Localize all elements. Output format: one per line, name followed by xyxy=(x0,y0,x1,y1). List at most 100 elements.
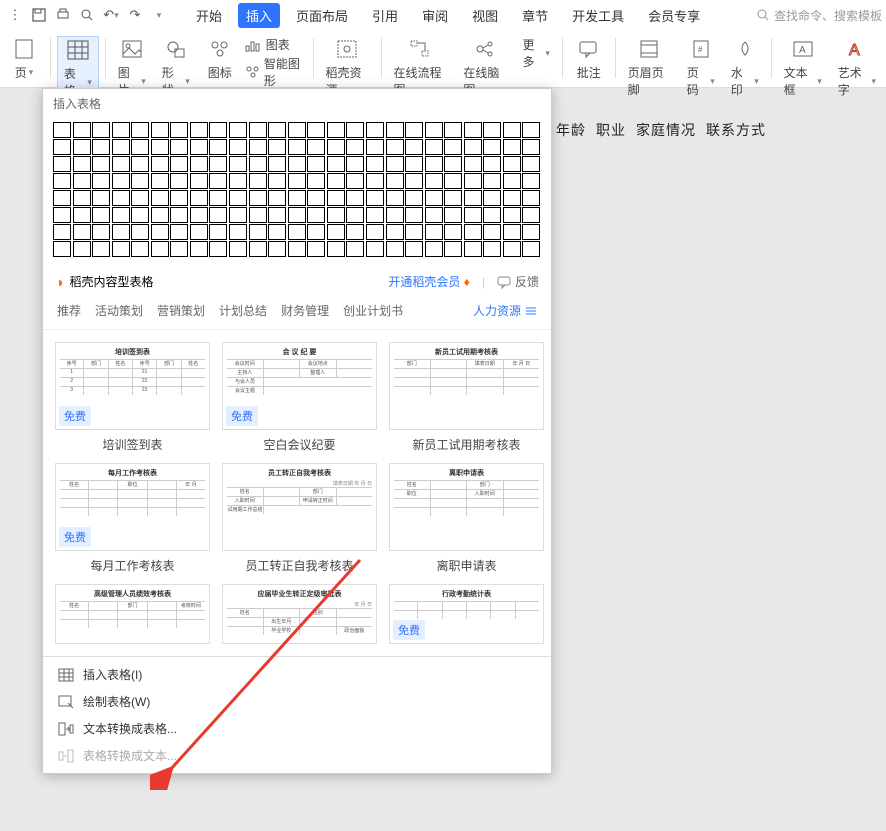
grid-cell[interactable] xyxy=(190,241,208,257)
grid-cell[interactable] xyxy=(386,139,404,155)
grid-cell[interactable] xyxy=(464,190,482,206)
grid-cell[interactable] xyxy=(288,156,306,172)
grid-cell[interactable] xyxy=(366,224,384,240)
grid-cell[interactable] xyxy=(190,173,208,189)
comment-button[interactable]: 批注 xyxy=(569,36,609,81)
grid-cell[interactable] xyxy=(229,173,247,189)
grid-cell[interactable] xyxy=(131,224,149,240)
grid-cell[interactable] xyxy=(151,190,169,206)
template-card[interactable]: 行政考勤统计表 免费 xyxy=(389,584,544,644)
grid-cell[interactable] xyxy=(366,190,384,206)
grid-cell[interactable] xyxy=(483,224,501,240)
grid-cell[interactable] xyxy=(522,190,540,206)
grid-cell[interactable] xyxy=(229,139,247,155)
grid-cell[interactable] xyxy=(268,207,286,223)
grid-cell[interactable] xyxy=(170,122,188,138)
grid-cell[interactable] xyxy=(229,207,247,223)
grid-cell[interactable] xyxy=(170,241,188,257)
grid-cell[interactable] xyxy=(53,139,71,155)
grid-cell[interactable] xyxy=(386,190,404,206)
grid-cell[interactable] xyxy=(425,241,443,257)
grid-cell[interactable] xyxy=(346,241,364,257)
grid-cell[interactable] xyxy=(112,156,130,172)
grid-cell[interactable] xyxy=(386,122,404,138)
grid-cell[interactable] xyxy=(112,139,130,155)
grid-cell[interactable] xyxy=(53,156,71,172)
grid-cell[interactable] xyxy=(209,122,227,138)
grid-cell[interactable] xyxy=(288,190,306,206)
tab-review[interactable]: 审阅 xyxy=(414,3,456,28)
grid-cell[interactable] xyxy=(209,190,227,206)
grid-cell[interactable] xyxy=(73,190,91,206)
grid-cell[interactable] xyxy=(288,207,306,223)
grid-cell[interactable] xyxy=(209,173,227,189)
grid-cell[interactable] xyxy=(307,122,325,138)
grid-cell[interactable] xyxy=(170,190,188,206)
grid-cell[interactable] xyxy=(483,173,501,189)
grid-cell[interactable] xyxy=(151,139,169,155)
grid-cell[interactable] xyxy=(131,241,149,257)
grid-cell[interactable] xyxy=(131,122,149,138)
cat-marketing[interactable]: 营销策划 xyxy=(157,302,205,319)
chart-button[interactable]: 图表 xyxy=(244,36,307,53)
grid-cell[interactable] xyxy=(346,156,364,172)
grid-cell[interactable] xyxy=(503,173,521,189)
grid-cell[interactable] xyxy=(366,241,384,257)
grid-cell[interactable] xyxy=(346,139,364,155)
cat-startup[interactable]: 创业计划书 xyxy=(343,302,403,319)
grid-cell[interactable] xyxy=(249,190,267,206)
grid-cell[interactable] xyxy=(405,156,423,172)
grid-cell[interactable] xyxy=(190,122,208,138)
grid-cell[interactable] xyxy=(307,207,325,223)
grid-cell[interactable] xyxy=(444,224,462,240)
page-section-button[interactable]: 页 ▾ xyxy=(4,36,44,81)
grid-cell[interactable] xyxy=(131,156,149,172)
grid-cell[interactable] xyxy=(503,190,521,206)
grid-cell[interactable] xyxy=(483,190,501,206)
grid-cell[interactable] xyxy=(73,207,91,223)
grid-cell[interactable] xyxy=(444,241,462,257)
grid-cell[interactable] xyxy=(92,173,110,189)
grid-cell[interactable] xyxy=(249,139,267,155)
grid-cell[interactable] xyxy=(307,139,325,155)
grid-cell[interactable] xyxy=(405,173,423,189)
qat-more-icon[interactable]: ▾ xyxy=(148,4,170,26)
grid-cell[interactable] xyxy=(268,139,286,155)
grid-cell[interactable] xyxy=(425,173,443,189)
grid-cell[interactable] xyxy=(170,139,188,155)
grid-cell[interactable] xyxy=(249,173,267,189)
grid-cell[interactable] xyxy=(503,224,521,240)
grid-cell[interactable] xyxy=(190,207,208,223)
grid-cell[interactable] xyxy=(366,139,384,155)
grid-cell[interactable] xyxy=(503,122,521,138)
grid-cell[interactable] xyxy=(405,241,423,257)
grid-cell[interactable] xyxy=(229,241,247,257)
grid-cell[interactable] xyxy=(425,139,443,155)
grid-cell[interactable] xyxy=(190,224,208,240)
grid-cell[interactable] xyxy=(522,139,540,155)
grid-cell[interactable] xyxy=(53,207,71,223)
icon-button[interactable]: 图标 xyxy=(200,36,240,81)
grid-cell[interactable] xyxy=(53,173,71,189)
grid-cell[interactable] xyxy=(444,207,462,223)
grid-cell[interactable] xyxy=(53,224,71,240)
grid-cell[interactable] xyxy=(483,122,501,138)
grid-cell[interactable] xyxy=(170,224,188,240)
grid-cell[interactable] xyxy=(73,139,91,155)
grid-cell[interactable] xyxy=(522,241,540,257)
grid-cell[interactable] xyxy=(522,156,540,172)
grid-cell[interactable] xyxy=(386,173,404,189)
grid-cell[interactable] xyxy=(288,173,306,189)
grid-cell[interactable] xyxy=(112,190,130,206)
grid-cell[interactable] xyxy=(464,173,482,189)
grid-cell[interactable] xyxy=(268,241,286,257)
grid-cell[interactable] xyxy=(190,139,208,155)
grid-cell[interactable] xyxy=(307,190,325,206)
grid-cell[interactable] xyxy=(405,224,423,240)
grid-cell[interactable] xyxy=(522,207,540,223)
grid-cell[interactable] xyxy=(366,122,384,138)
grid-cell[interactable] xyxy=(522,224,540,240)
template-card[interactable]: 培训签到表 序号部门姓名序号部门姓名 121 222 323 免费 培训签到表 xyxy=(55,342,210,453)
template-card[interactable]: 应届毕业生转正定级审批表 年 月 日 姓名性别 出生年月 毕业学校政治面貌 xyxy=(222,584,377,644)
grid-cell[interactable] xyxy=(386,156,404,172)
